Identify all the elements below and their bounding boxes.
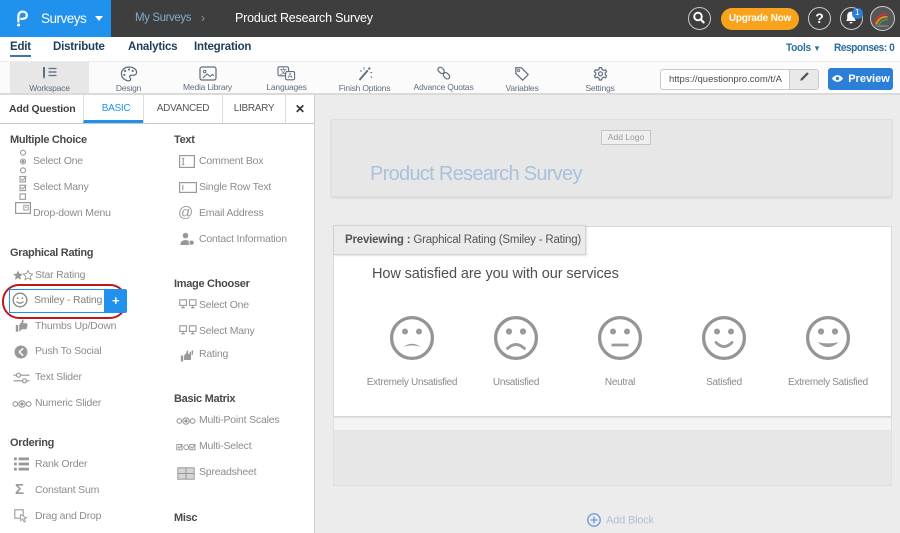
- svg-text:A: A: [288, 73, 293, 80]
